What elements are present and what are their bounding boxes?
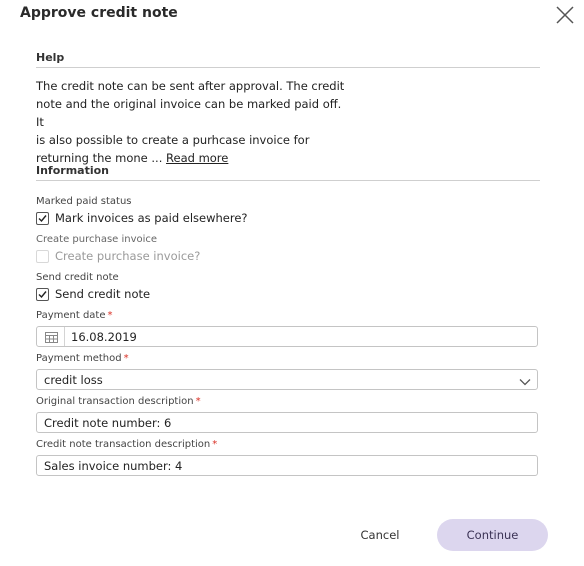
help-line-4: returning the mone ...: [36, 151, 163, 165]
send-credit-checkbox-row[interactable]: Send credit note: [36, 286, 150, 302]
credit-description-label: Credit note transaction description *: [36, 439, 217, 450]
close-icon[interactable]: [554, 4, 576, 26]
payment-date-label: Payment date *: [36, 310, 113, 321]
information-heading: Information: [36, 164, 540, 181]
credit-description-value: Sales invoice number: 4: [44, 458, 183, 473]
field-divider: [64, 327, 65, 346]
approve-credit-note-dialog: Approve credit note Help The credit note…: [0, 0, 584, 566]
create-purchase-checkbox-label: Create purchase invoice?: [55, 249, 201, 263]
help-line-1: The credit note can be sent after approv…: [36, 79, 345, 93]
mark-paid-checkbox-row[interactable]: Mark invoices as paid elsewhere?: [36, 210, 248, 226]
help-line-2: note and the original invoice can be mar…: [36, 97, 342, 129]
payment-method-label: Payment method *: [36, 353, 129, 364]
original-description-label-text: Original transaction description: [36, 396, 194, 407]
send-credit-checkbox[interactable]: [36, 287, 49, 301]
mark-paid-checkbox[interactable]: [36, 211, 49, 225]
required-mark: *: [195, 396, 201, 407]
payment-method-select[interactable]: credit loss: [36, 369, 538, 390]
dialog-title: Approve credit note: [20, 5, 178, 21]
continue-button[interactable]: Continue: [437, 519, 548, 551]
create-purchase-checkbox: [36, 249, 49, 263]
mark-paid-checkbox-label: Mark invoices as paid elsewhere?: [55, 211, 248, 225]
credit-description-label-text: Credit note transaction description: [36, 439, 211, 450]
send-credit-checkbox-label: Send credit note: [55, 287, 151, 301]
payment-method-value: credit loss: [44, 372, 103, 387]
create-purchase-label: Create purchase invoice: [36, 234, 158, 245]
original-description-input[interactable]: Credit note number: 6: [36, 412, 538, 433]
original-description-label: Original transaction description *: [36, 396, 201, 407]
credit-description-input[interactable]: Sales invoice number: 4: [36, 455, 538, 476]
create-purchase-checkbox-row: Create purchase invoice?: [36, 248, 200, 264]
help-line-3: is also possible to create a purhcase in…: [36, 133, 310, 147]
help-heading: Help: [36, 51, 540, 68]
payment-date-label-text: Payment date: [36, 310, 106, 321]
payment-method-label-text: Payment method: [36, 353, 122, 364]
payment-date-value: 16.08.2019: [71, 329, 137, 344]
required-mark: *: [123, 353, 129, 364]
cancel-button[interactable]: Cancel: [350, 521, 410, 549]
payment-date-field[interactable]: 16.08.2019: [36, 326, 538, 347]
required-mark: *: [107, 310, 113, 321]
original-description-value: Credit note number: 6: [44, 415, 172, 430]
read-more-link[interactable]: Read more: [166, 151, 228, 165]
send-credit-label: Send credit note: [36, 272, 119, 283]
required-mark: *: [212, 439, 218, 450]
help-text: The credit note can be sent after approv…: [36, 77, 346, 167]
calendar-icon[interactable]: [45, 331, 58, 343]
marked-paid-label: Marked paid status: [36, 196, 132, 207]
chevron-down-icon[interactable]: [519, 375, 531, 389]
